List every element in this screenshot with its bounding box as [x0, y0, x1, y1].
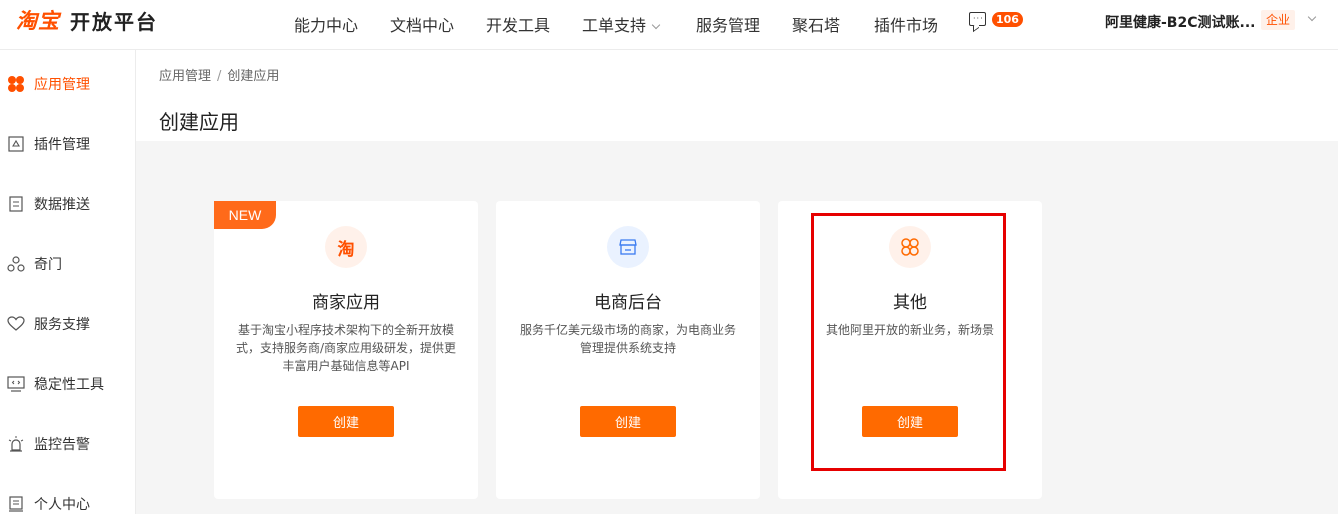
create-merchant-app-button[interactable]: 创建: [298, 406, 394, 437]
chevron-down-icon: [651, 20, 661, 30]
card-description: 基于淘宝小程序技术架构下的全新开放模式，支持服务商/商家应用级研发，提供更丰富用…: [235, 323, 457, 373]
sidebar-item-label: 应用管理: [34, 77, 90, 93]
sidebar-item-plugin-management[interactable]: 插件管理: [0, 124, 135, 164]
breadcrumb-separator: /: [217, 69, 222, 84]
nav-item-capability-center[interactable]: 能力中心: [294, 12, 358, 36]
sidebar-item-personal-center[interactable]: 个人中心: [0, 484, 135, 514]
nav-item-service-management[interactable]: 服务管理: [696, 12, 760, 36]
app-grid-icon: [7, 75, 25, 93]
app-type-card-ecommerce-backend: 电商后台 服务千亿美元级市场的商家，为电商业务管理提供系统支持 创建: [496, 201, 760, 499]
qimen-icon: [7, 255, 25, 273]
nav-item-ticket-support-label: 工单支持: [582, 16, 647, 35]
logo-taobao: 淘宝: [16, 8, 60, 33]
card-description: 服务千亿美元级市场的商家，为电商业务管理提供系统支持: [519, 323, 736, 355]
alarm-icon: [7, 435, 25, 453]
sidebar: 应用管理 插件管理 数据推送 奇门 服务支撑 稳定性工具 监控告警 个人中心: [0, 50, 136, 514]
sidebar-item-app-management[interactable]: 应用管理: [0, 64, 135, 104]
page-title: 创建应用: [159, 110, 239, 134]
sidebar-item-service-support[interactable]: 服务支撑: [0, 304, 135, 344]
page-header: 应用管理 / 创建应用 创建应用: [136, 50, 1338, 141]
sidebar-item-label: 稳定性工具: [34, 377, 104, 393]
nav-item-doc-center[interactable]: 文档中心: [390, 12, 454, 36]
logo-platform-name: 开放平台: [70, 9, 158, 34]
account-type-badge: 企业: [1261, 10, 1296, 30]
code-monitor-icon: [7, 375, 25, 393]
sidebar-item-qimen[interactable]: 奇门: [0, 244, 135, 284]
heart-icon: [7, 315, 25, 333]
taobao-icon: 淘: [325, 226, 367, 268]
data-push-icon: [7, 195, 25, 213]
logo[interactable]: 淘宝 开放平台: [16, 4, 158, 36]
card-title: 电商后台: [594, 293, 662, 313]
card-title: 商家应用: [312, 293, 380, 313]
store-icon: [607, 226, 649, 268]
top-navbar: 淘宝 开放平台 能力中心 文档中心 开发工具 工单支持 服务管理 聚石塔 插件市…: [0, 0, 1338, 50]
message-icon[interactable]: ···: [969, 12, 986, 26]
nav-item-dev-tools[interactable]: 开发工具: [486, 12, 550, 36]
breadcrumb-current: 创建应用: [227, 69, 280, 84]
account-chevron-down-icon[interactable]: [1307, 12, 1317, 22]
sidebar-item-label: 奇门: [34, 257, 62, 273]
nav-item-ticket-support[interactable]: 工单支持: [582, 12, 661, 36]
taobao-icon-glyph: 淘: [337, 239, 355, 260]
sidebar-item-stability-tools[interactable]: 稳定性工具: [0, 364, 135, 404]
sidebar-item-label: 插件管理: [34, 137, 90, 153]
card-title: 其他: [893, 293, 927, 313]
sidebar-item-label: 监控告警: [34, 437, 90, 453]
sidebar-item-data-push[interactable]: 数据推送: [0, 184, 135, 224]
create-other-app-button[interactable]: 创建: [862, 406, 958, 437]
profile-icon: [7, 495, 25, 513]
sidebar-item-label: 个人中心: [34, 497, 90, 513]
breadcrumb: 应用管理 / 创建应用: [159, 65, 279, 84]
app-type-card-other: 其他 其他阿里开放的新业务，新场景 创建: [778, 201, 1042, 499]
clover-icon: [889, 226, 931, 268]
sidebar-item-label: 服务支撑: [34, 317, 90, 333]
nav-item-jushita[interactable]: 聚石塔: [792, 12, 840, 36]
content-area: NEW 淘 商家应用 基于淘宝小程序技术架构下的全新开放模式，支持服务商/商家应…: [136, 141, 1338, 514]
nav-item-plugin-market[interactable]: 插件市场: [874, 12, 938, 36]
account-name[interactable]: 阿里健康-B2C测试账...: [1105, 12, 1255, 32]
app-type-card-merchant: NEW 淘 商家应用 基于淘宝小程序技术架构下的全新开放模式，支持服务商/商家应…: [214, 201, 478, 499]
create-ecommerce-backend-button[interactable]: 创建: [580, 406, 676, 437]
card-description: 其他阿里开放的新业务，新场景: [825, 323, 994, 337]
breadcrumb-parent[interactable]: 应用管理: [159, 69, 211, 84]
sidebar-item-label: 数据推送: [34, 197, 90, 213]
sidebar-item-monitor-alarm[interactable]: 监控告警: [0, 424, 135, 464]
message-count-badge: 106: [992, 12, 1023, 27]
plugin-icon: [7, 135, 25, 153]
new-tag: NEW: [214, 201, 276, 229]
